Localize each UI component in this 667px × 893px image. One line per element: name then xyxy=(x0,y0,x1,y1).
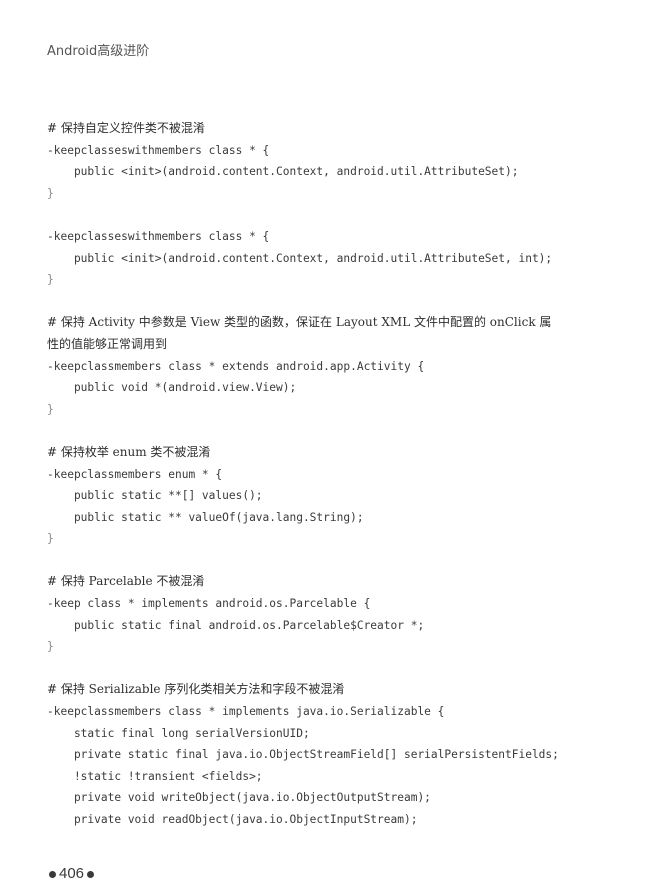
code-line: -keep class * implements android.os.Parc… xyxy=(47,597,371,611)
code-line: public <init>(android.content.Context, a… xyxy=(47,251,553,265)
code-line: -keepclasseswithmembers class * { xyxy=(47,229,270,243)
code-comment-continued: 性的值能够正常调用到 xyxy=(47,336,168,351)
code-comment: # 保持自定义控件类不被混淆 xyxy=(47,121,205,135)
code-line: !static !transient <fields>; xyxy=(47,769,263,783)
page-number-text: 406 xyxy=(59,865,85,882)
code-line: } xyxy=(47,402,54,416)
code-line: private void writeObject(java.io.ObjectO… xyxy=(47,791,431,805)
page-number: 406 xyxy=(46,865,97,882)
code-line: -keepclasseswithmembers class * { xyxy=(47,143,270,157)
code-line: -keepclassmembers enum * { xyxy=(47,467,223,481)
code-line: public static final android.os.Parcelabl… xyxy=(47,618,425,632)
code-comment: # 保持枚举 enum 类不被混淆 xyxy=(47,444,211,459)
bullet-icon xyxy=(87,870,95,878)
code-line: } xyxy=(47,640,54,654)
running-header: Android高级进阶 xyxy=(47,44,150,59)
code-line: public static ** valueOf(java.lang.Strin… xyxy=(47,510,364,524)
code-line: public static **[] values(); xyxy=(47,489,263,503)
code-line: static final long serialVersionUID; xyxy=(47,726,310,740)
code-line: public void *(android.view.View); xyxy=(47,381,297,395)
code-line: } xyxy=(47,186,54,200)
bullet-icon xyxy=(49,870,56,878)
code-comment: # 保持 Parcelable 不被混淆 xyxy=(47,574,205,589)
code-comment: # 保持 Activity 中参数是 View 类型的函数，保证在 Layout… xyxy=(47,315,552,330)
code-line: private static final java.io.ObjectStrea… xyxy=(47,748,559,762)
code-listing: # 保持自定义控件类不被混淆 -keepclasseswithmembers c… xyxy=(47,118,637,831)
code-line: public <init>(android.content.Context, a… xyxy=(47,165,519,179)
code-line: } xyxy=(47,532,54,546)
code-line: -keepclassmembers class * implements jav… xyxy=(47,705,445,719)
code-line: private void readObject(java.io.ObjectIn… xyxy=(47,813,418,826)
code-line: -keepclassmembers class * extends androi… xyxy=(47,359,425,373)
code-line: } xyxy=(47,273,54,287)
code-comment: # 保持 Serializable 序列化类相关方法和字段不被混淆 xyxy=(47,682,345,697)
